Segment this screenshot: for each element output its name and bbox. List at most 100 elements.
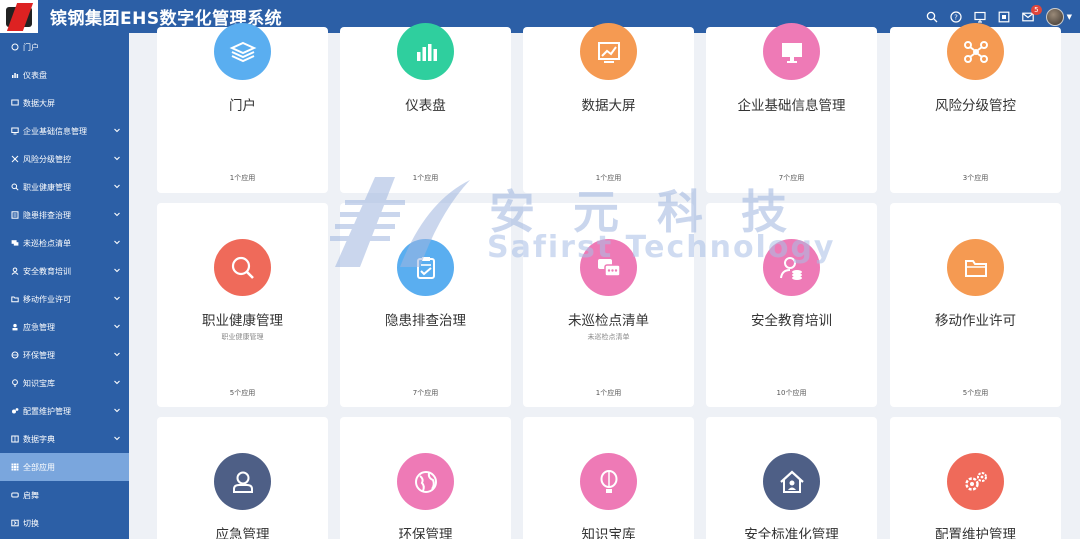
sidebar-item-label: 知识宝库: [23, 378, 55, 388]
switch-icon: [10, 519, 19, 528]
chevron-down-icon: [114, 352, 120, 357]
search-icon: [10, 183, 19, 192]
sidebar-item-hazard[interactable]: 隐患排查治理: [0, 201, 129, 229]
trend-chart-icon: [580, 23, 637, 80]
sidebar-item-enterprise-info[interactable]: 企业基础信息管理: [0, 117, 129, 145]
sidebar-item-data-screen[interactable]: 数据大屏: [0, 89, 129, 117]
chevron-down-icon[interactable]: ▼: [1067, 13, 1072, 21]
app-card-hazard[interactable]: 隐患排查治理 7个应用: [340, 203, 511, 407]
sidebar-item-label: 数据字典: [23, 434, 55, 444]
sidebar-item-label: 企业基础信息管理: [23, 126, 87, 136]
sidebar-item-dashboard[interactable]: 仪表盘: [0, 61, 129, 89]
card-title: 应急管理: [215, 527, 270, 539]
card-title: 安全标准化管理: [744, 527, 839, 539]
monitor-icon[interactable]: [974, 10, 987, 23]
sidebar-item-all-apps[interactable]: 全部应用: [0, 453, 129, 481]
sidebar-item-config[interactable]: 配置维护管理: [0, 397, 129, 425]
folder-icon: [10, 295, 19, 304]
chevron-down-icon: [114, 156, 120, 161]
notification-badge: 5: [1031, 5, 1042, 15]
card-app-count: 1个应用: [595, 174, 622, 182]
sidebar-item-label: 切换: [23, 518, 39, 528]
card-app-count: 7个应用: [778, 174, 805, 182]
monitor-icon: [763, 23, 820, 80]
gears-icon: [947, 453, 1004, 510]
sidebar-item-work-permit[interactable]: 移动作业许可: [0, 285, 129, 313]
app-card-uninspected[interactable]: 未巡检点清单 未巡检点清单 1个应用: [523, 203, 694, 407]
app-card-safety-training[interactable]: 安全教育培训 10个应用: [706, 203, 877, 407]
screen-icon: [10, 99, 19, 108]
app-card-work-permit[interactable]: 移动作业许可 5个应用: [890, 203, 1061, 407]
card-title: 未巡检点清单: [568, 313, 649, 329]
sidebar-item-emergency[interactable]: 应急管理: [0, 313, 129, 341]
sidebar-item-label: 全部应用: [23, 462, 55, 472]
card-app-count: 1个应用: [412, 174, 439, 182]
layers-icon: [214, 23, 271, 80]
app-card-enterprise-info[interactable]: 企业基础信息管理 7个应用: [706, 23, 877, 193]
user-icon: [10, 267, 19, 276]
balloon-icon: [580, 453, 637, 510]
card-app-count: 5个应用: [962, 389, 989, 397]
avatar[interactable]: [1045, 7, 1064, 26]
app-card-portal[interactable]: 门户 1个应用: [157, 23, 328, 193]
sidebar-item-occupational-health[interactable]: 职业健康管理: [0, 173, 129, 201]
app-card-safety-standard[interactable]: 安全标准化管理: [706, 417, 877, 539]
help-icon[interactable]: ?: [950, 10, 963, 23]
grid-icon: [10, 463, 19, 472]
card-title: 移动作业许可: [935, 313, 1016, 329]
card-title: 风险分级管控: [935, 98, 1016, 114]
rocket-icon: [10, 491, 19, 500]
sidebar-item-portal[interactable]: 门户: [0, 33, 129, 61]
app-card-emergency[interactable]: 应急管理: [157, 417, 328, 539]
chevron-down-icon: [114, 324, 120, 329]
app-card-data-screen[interactable]: 数据大屏 1个应用: [523, 23, 694, 193]
brand-logo[interactable]: [0, 0, 38, 33]
sidebar-item-label: 环保管理: [23, 350, 55, 360]
app-card-config[interactable]: 配置维护管理: [890, 417, 1061, 539]
app-card-environment[interactable]: 环保管理: [340, 417, 511, 539]
fullscreen-icon[interactable]: [998, 10, 1011, 23]
person-icon: [214, 453, 271, 510]
app-card-occupational-health[interactable]: 职业健康管理 职业健康管理 5个应用: [157, 203, 328, 407]
sidebar-item-knowledge[interactable]: 知识宝库: [0, 369, 129, 397]
card-app-count: 5个应用: [229, 389, 256, 397]
card-app-count: 7个应用: [412, 389, 439, 397]
clipboard-check-icon: [397, 239, 454, 296]
person-icon: [10, 323, 19, 332]
sidebar-item-label: 隐患排查治理: [23, 210, 71, 220]
folder-icon: [947, 239, 1004, 296]
card-subtitle: 职业健康管理: [221, 333, 264, 341]
app-card-risk-control[interactable]: 风险分级管控 3个应用: [890, 23, 1061, 193]
magnifier-icon: [214, 239, 271, 296]
sidebar-item-risk-control[interactable]: 风险分级管控: [0, 145, 129, 173]
logo-icon: [4, 2, 34, 31]
mail-icon[interactable]: 5: [1022, 5, 1042, 23]
sidebar-item-label: 数据大屏: [23, 98, 55, 108]
app-card-knowledge[interactable]: 知识宝库: [523, 417, 694, 539]
chart-icon: [10, 71, 19, 80]
chevron-down-icon: [114, 240, 120, 245]
sidebar-item-label: 门户: [23, 42, 39, 52]
bulb-icon: [10, 379, 19, 388]
sidebar-item-environment[interactable]: 环保管理: [0, 341, 129, 369]
app-card-dashboard[interactable]: 仪表盘 1个应用: [340, 23, 511, 193]
sidebar-item-safety-training[interactable]: 安全教育培训: [0, 257, 129, 285]
sidebar-item-label: 配置维护管理: [23, 406, 71, 416]
sidebar-item-switch[interactable]: 切换: [0, 509, 129, 537]
bar-chart-icon: [397, 23, 454, 80]
card-app-count: 1个应用: [595, 389, 622, 397]
card-app-count: 10个应用: [776, 389, 807, 397]
globe-icon: [397, 453, 454, 510]
nodes-icon: [947, 23, 1004, 80]
search-icon[interactable]: [926, 10, 939, 23]
card-title: 隐患排查治理: [385, 313, 466, 329]
sidebar-item-label: 仪表盘: [23, 70, 47, 80]
sidebar-item-uninspected[interactable]: 未巡检点清单: [0, 229, 129, 257]
sidebar-item-label: 未巡检点清单: [23, 238, 71, 248]
monitor-icon: [10, 127, 19, 136]
card-title: 仪表盘: [405, 98, 446, 114]
sidebar-item-dictionary[interactable]: 数据字典: [0, 425, 129, 453]
sidebar-item-launch[interactable]: 启舞: [0, 481, 129, 509]
card-title: 门户: [229, 98, 256, 114]
card-title: 环保管理: [398, 527, 453, 539]
